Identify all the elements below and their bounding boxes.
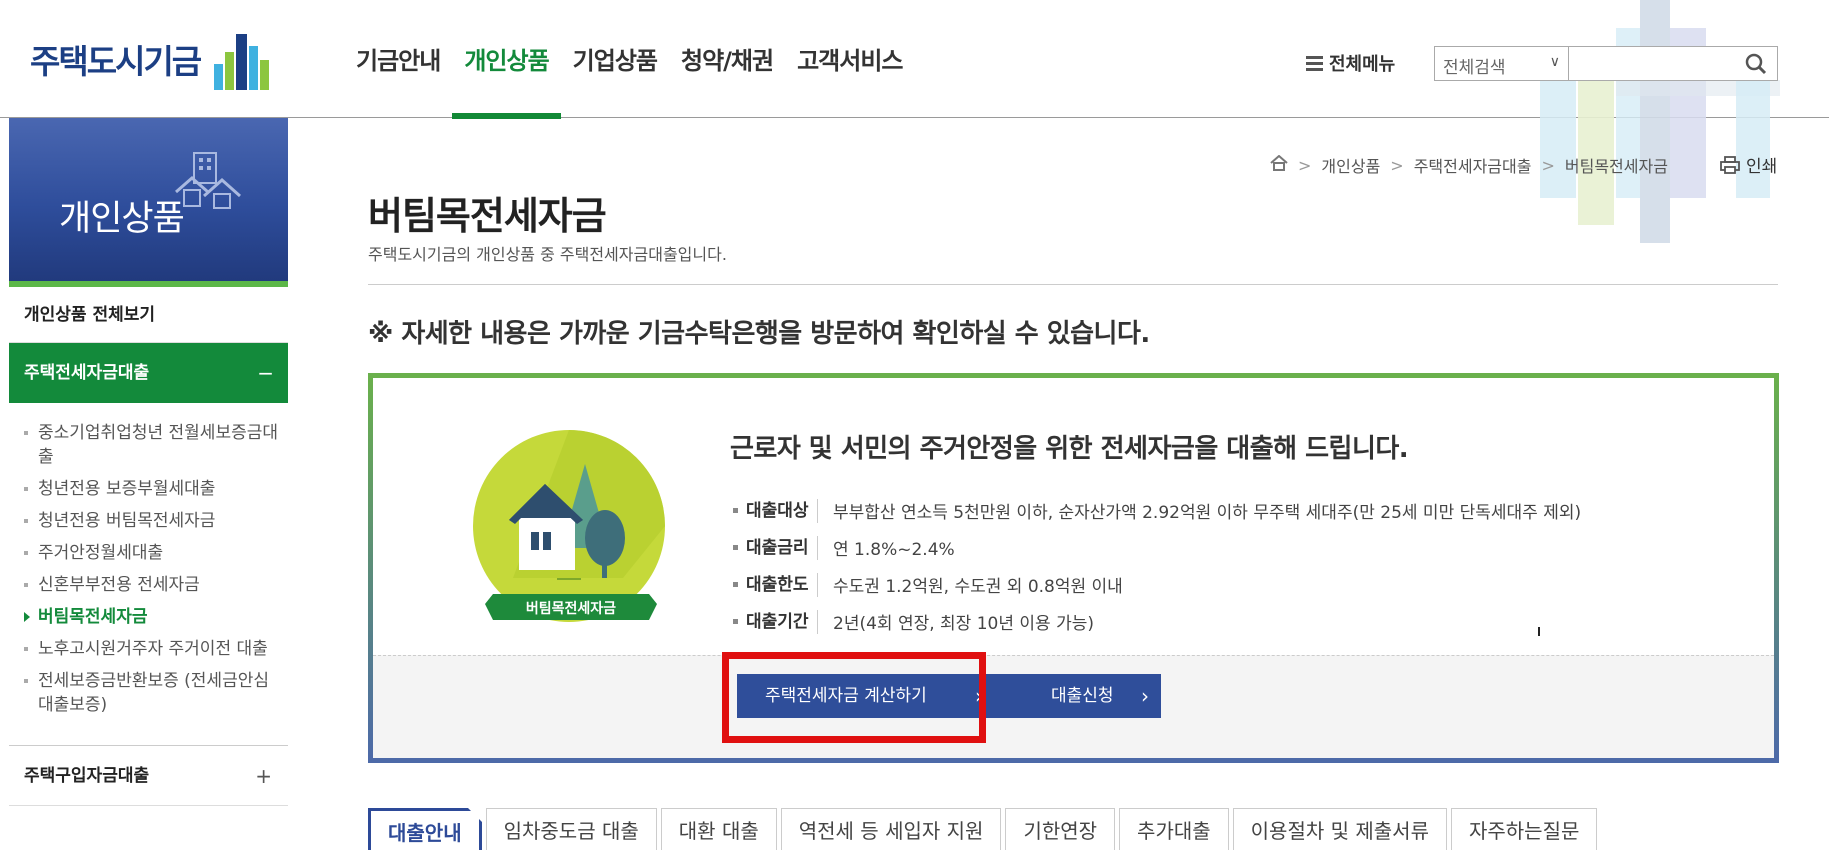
chevron-right-icon: › <box>1141 684 1149 708</box>
info-row-limit: 대출한도 수도권 1.2억원, 수도권 외 0.8억원 이내 <box>733 566 1581 603</box>
tab-interim-payment-loan[interactable]: 임차중도금 대출 <box>485 808 657 850</box>
tab-loan-guide[interactable]: 대출안내 <box>368 808 482 850</box>
logo-mark-icon <box>210 28 274 90</box>
left-nav-all-view[interactable]: 개인상품 전체보기 <box>9 287 288 343</box>
tab-tenant-support[interactable]: 역전세 등 세입자 지원 <box>780 808 1002 850</box>
home-icon[interactable] <box>1270 154 1288 175</box>
breadcrumb-separator-icon: > <box>1298 155 1312 175</box>
breadcrumb-item[interactable]: 개인상품 <box>1321 153 1380 177</box>
info-row-period: 대출기간 2년(4회 연장, 최장 10년 이용 가능) <box>733 603 1581 640</box>
house-line-icon <box>174 150 244 214</box>
left-nav-submenu: 중소기업취업청년 전월세보증금대출 청년전용 보증부월세대출 청년전용 버팀목전… <box>9 403 288 746</box>
breadcrumb: > 개인상품 > 주택전세자금대출 > 버팀목전세자금 <box>1270 153 1668 177</box>
tab-refinance-loan[interactable]: 대환 대출 <box>660 808 777 850</box>
collapse-icon: − <box>257 361 274 385</box>
info-row-rate: 대출금리 연 1.8%~2.4% <box>733 529 1581 566</box>
text-cursor-icon <box>1538 627 1540 636</box>
info-label: 대출대상 <box>746 498 818 523</box>
print-label: 인쇄 <box>1746 157 1778 177</box>
info-value: 2년(4회 연장, 최장 10년 이용 가능) <box>833 614 1094 634</box>
left-nav-sub-item[interactable]: 중소기업취업청년 전월세보증금대출 <box>9 421 288 469</box>
info-value: 부부합산 연소득 5천만원 이하, 순자산가액 2.92억원 이하 무주택 세대… <box>833 503 1582 523</box>
all-menu-label: 전체메뉴 <box>1329 54 1396 75</box>
left-nav-visual: 개인상품 <box>9 118 288 287</box>
gnb-item-fund-info[interactable]: 기금안내 <box>344 0 452 118</box>
summary-headline: 근로자 및 서민의 주거안정을 위한 전세자금을 대출해 드립니다. <box>730 434 1409 464</box>
content-tabs: 대출안내 임차중도금 대출 대환 대출 역전세 등 세입자 지원 기한연장 추가… <box>368 808 1601 850</box>
tab-faq[interactable]: 자주하는질문 <box>1450 808 1598 850</box>
loan-apply-button[interactable]: 대출신청 › <box>995 674 1161 718</box>
search-scope-value: 전체검색 <box>1443 58 1506 78</box>
all-menu-button[interactable]: 전체메뉴 <box>1306 50 1395 76</box>
left-nav-sub-item[interactable]: 청년전용 버팀목전세자금 <box>9 509 288 533</box>
info-label: 대출금리 <box>746 535 818 560</box>
button-label: 대출신청 <box>1051 686 1114 706</box>
left-nav-category-purchase-loan[interactable]: 주택구입자금대출 + <box>9 746 288 806</box>
category-label: 주택전세자금대출 <box>24 363 150 383</box>
info-label: 대출기간 <box>746 609 818 634</box>
bullet-icon <box>733 619 738 624</box>
info-row-target: 대출대상 부부합산 연소득 5천만원 이하, 순자산가액 2.92억원 이하 무… <box>733 492 1581 529</box>
page-description: 주택도시기금의 개인상품 중 주택전세자금대출입니다. <box>368 245 727 264</box>
left-nav-title: 개인상품 <box>59 199 185 239</box>
notice-text: ※ 자세한 내용은 가까운 기금수탁은행을 방문하여 확인하실 수 있습니다. <box>368 319 1150 349</box>
loan-info-list: 대출대상 부부합산 연소득 5천만원 이하, 순자산가액 2.92억원 이하 무… <box>733 492 1581 640</box>
title-divider <box>368 284 1778 285</box>
product-summary-box: 버팀목전세자금 근로자 및 서민의 주거안정을 위한 전세자금을 대출해 드립니… <box>368 373 1779 763</box>
left-nav-category-jeonse-loan[interactable]: 주택전세자금대출 − <box>9 343 288 403</box>
breadcrumb-separator-icon: > <box>1541 155 1555 175</box>
print-button[interactable]: 인쇄 <box>1720 152 1777 177</box>
tab-extension[interactable]: 기한연장 <box>1005 808 1116 850</box>
bullet-icon <box>733 582 738 587</box>
breadcrumb-separator-icon: > <box>1390 155 1404 175</box>
chevron-down-icon: ∨ <box>1549 54 1560 70</box>
gnb-item-customer-service[interactable]: 고객서비스 <box>785 0 914 118</box>
tab-additional-loan[interactable]: 추가대출 <box>1119 808 1229 850</box>
decorative-bars <box>1540 0 1780 245</box>
info-value: 수도권 1.2억원, 수도권 외 0.8억원 이내 <box>833 577 1123 597</box>
printer-icon <box>1720 155 1740 174</box>
breadcrumb-item[interactable]: 주택전세자금대출 <box>1414 153 1532 177</box>
gnb-item-personal-products[interactable]: 개인상품 <box>452 0 561 119</box>
tab-procedure-documents[interactable]: 이용절차 및 제출서류 <box>1232 808 1447 850</box>
highlight-box <box>722 652 986 743</box>
bullet-icon <box>733 508 738 513</box>
category-label: 주택구입자금대출 <box>24 766 150 786</box>
left-nav-sub-item[interactable]: 노후고시원거주자 주거이전 대출 <box>9 637 288 661</box>
left-nav-sub-item[interactable]: 신혼부부전용 전세자금 <box>9 573 288 597</box>
gnb-item-subscription-bonds[interactable]: 청약/채권 <box>669 0 785 118</box>
expand-icon: + <box>255 764 272 788</box>
search-scope-select[interactable]: 전체검색 ∨ <box>1434 46 1569 81</box>
logo-text: 주택도시기금 <box>30 42 202 81</box>
product-badge-label: 버팀목전세자금 <box>525 601 617 617</box>
info-label: 대출한도 <box>746 572 818 597</box>
breadcrumb-item-current[interactable]: 버팀목전세자금 <box>1565 153 1668 177</box>
info-value: 연 1.8%~2.4% <box>833 540 955 560</box>
global-nav: 기금안내 개인상품 기업상품 청약/채권 고객서비스 <box>344 0 914 119</box>
left-nav-sub-item[interactable]: 주거안정월세대출 <box>9 541 288 565</box>
left-nav-sub-item[interactable]: 전세보증금반환보증 (전세금안심대출보증) <box>9 669 288 717</box>
site-logo[interactable]: 주택도시기금 <box>30 28 274 90</box>
left-nav: 개인상품 개인상품 전체보기 주택전세자금대출 − 중소기업취업청년 전월세보증… <box>9 118 288 806</box>
bullet-icon <box>733 545 738 550</box>
gnb-item-business-products[interactable]: 기업상품 <box>561 0 669 118</box>
left-nav-sub-item[interactable]: 청년전용 보증부월세대출 <box>9 477 288 501</box>
page-title: 버팀목전세자금 <box>368 194 607 238</box>
product-illustration: 버팀목전세자금 <box>473 428 669 636</box>
left-nav-sub-item-current[interactable]: 버팀목전세자금 <box>9 605 288 629</box>
search-icon[interactable] <box>1744 52 1768 76</box>
hamburger-icon <box>1306 55 1323 71</box>
